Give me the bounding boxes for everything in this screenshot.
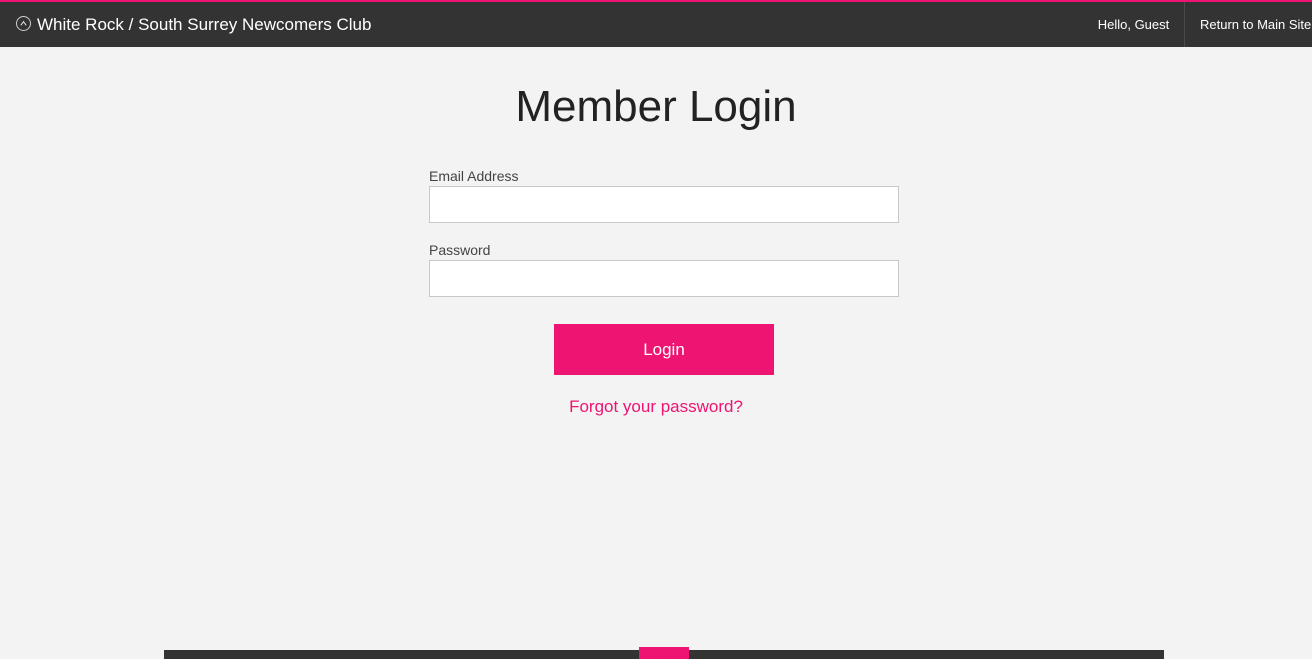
login-form: Email Address Password: [428, 166, 900, 297]
password-label: Password: [429, 242, 491, 258]
email-field[interactable]: [429, 186, 899, 223]
return-to-main-site-link[interactable]: Return to Main Site: [1184, 2, 1312, 47]
site-brand-link[interactable]: White Rock / South Surrey Newcomers Club: [16, 2, 371, 47]
user-greeting: Hello, Guest: [1097, 17, 1170, 32]
forgot-password-link[interactable]: Forgot your password?: [0, 397, 1312, 417]
page-title: Member Login: [515, 82, 797, 131]
chevron-up-circle-icon: [16, 16, 31, 31]
field-spacer: [428, 223, 900, 240]
login-button[interactable]: Login: [554, 324, 774, 375]
password-field[interactable]: [429, 260, 899, 297]
footer-accent-tab: [639, 647, 689, 659]
email-label: Email Address: [429, 168, 519, 184]
site-title: White Rock / South Surrey Newcomers Club: [37, 14, 372, 34]
top-navigation-bar: White Rock / South Surrey Newcomers Club…: [0, 2, 1312, 47]
